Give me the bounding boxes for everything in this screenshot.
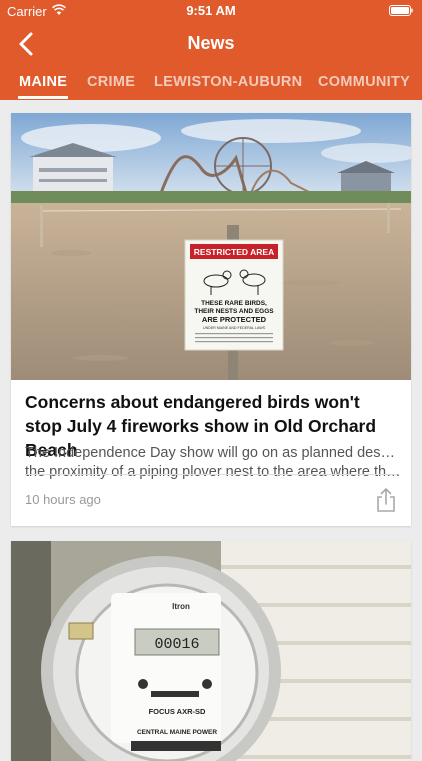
article-card[interactable]: RESTRICTED AREA THESE RARE BIRDS, THEIR …	[11, 113, 411, 526]
category-tabs: MAINE CRIME LEWISTON-AUBURN COMMUNITY	[0, 66, 422, 100]
article-summary: The Independence Day show will go on as …	[25, 444, 403, 482]
tab-lewiston-auburn[interactable]: LEWISTON-AUBURN	[154, 74, 302, 90]
sign-title: RESTRICTED AREA	[194, 247, 274, 257]
article-card[interactable]: Itron 00016 FOCUS AXR-SD CENTRAL MAINE P…	[11, 541, 411, 761]
meter-brand: Itron	[172, 602, 190, 611]
tab-community[interactable]: COMMUNITY	[318, 74, 410, 90]
svg-text:UNDER MAINE AND FEDERAL LAWS: UNDER MAINE AND FEDERAL LAWS	[203, 326, 266, 330]
divider	[25, 474, 397, 475]
article-summary-line: The Independence Day show will go on as …	[25, 445, 403, 461]
svg-text:ARE PROTECTED: ARE PROTECTED	[202, 315, 267, 324]
beach-restricted-area-photo: RESTRICTED AREA THESE RARE BIRDS, THEIR …	[11, 113, 411, 380]
article-image[interactable]: RESTRICTED AREA THESE RARE BIRDS, THEIR …	[11, 113, 411, 380]
battery-icon	[389, 5, 413, 16]
article-image[interactable]: Itron 00016 FOCUS AXR-SD CENTRAL MAINE P…	[11, 541, 411, 761]
restricted-area-sign: RESTRICTED AREA THESE RARE BIRDS, THEIR …	[184, 239, 284, 351]
electric-meter-photo: Itron 00016 FOCUS AXR-SD CENTRAL MAINE P…	[11, 541, 411, 761]
navigation-bar: News	[0, 22, 422, 66]
article-summary-line: the proximity of a piping plover nest to…	[25, 464, 403, 480]
status-time: 9:51 AM	[186, 3, 236, 18]
article-timestamp: 10 hours ago	[25, 492, 101, 507]
meter-utility: CENTRAL MAINE POWER	[137, 729, 217, 736]
tab-crime[interactable]: CRIME	[87, 74, 135, 90]
status-bar: Carrier 9:51 AM	[0, 0, 422, 22]
svg-text:THEIR NESTS AND EGGS: THEIR NESTS AND EGGS	[194, 308, 274, 315]
meter-reading: 00016	[154, 636, 199, 653]
svg-text:THESE RARE BIRDS,: THESE RARE BIRDS,	[201, 300, 267, 307]
page-title: News	[187, 33, 235, 53]
meter-model: FOCUS AXR-SD	[149, 707, 206, 716]
active-tab-indicator	[18, 96, 68, 99]
share-icon[interactable]	[375, 487, 397, 513]
app-header: Carrier 9:51 AM News MAINE CRIME LEWISTO…	[0, 0, 422, 100]
tab-maine[interactable]: MAINE	[19, 74, 67, 90]
